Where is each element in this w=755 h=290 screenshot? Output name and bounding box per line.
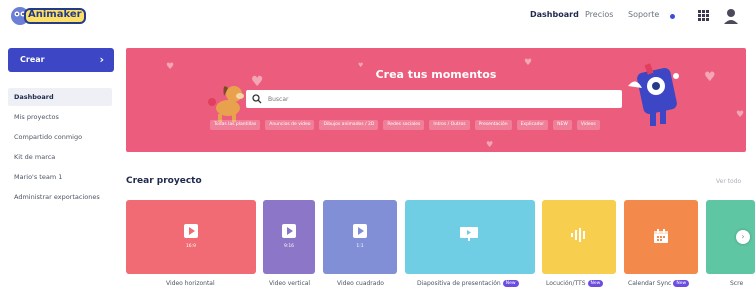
template-category-chips: Todas las plantillas Anuncios de video D… [210, 120, 600, 130]
new-badge: New [502, 280, 519, 287]
project-card-locucion-tts[interactable]: Locución/TTS New [542, 200, 616, 287]
chip-presentacion[interactable]: Presentación [474, 120, 512, 130]
chip-todas-las-plantillas[interactable]: Todas las plantillas [210, 120, 261, 130]
sidebar-item-kit-de-marca[interactable]: Kit de marca [8, 148, 112, 166]
sidebar-item-dashboard[interactable]: Dashboard [8, 88, 112, 106]
robot-mascot-icon [628, 63, 679, 126]
sidebar-item-compartido[interactable]: Compartido conmigo [8, 128, 112, 146]
carousel-next-arrow-icon[interactable]: › [736, 230, 750, 244]
crear-button[interactable]: Crear › [8, 48, 114, 72]
play-icon [282, 224, 296, 238]
chip-intros-outros[interactable]: Intros / Outros [429, 120, 470, 130]
heart-icon: ♥ [486, 140, 494, 149]
sidebar-item-exportaciones[interactable]: Administrar exportaciones [8, 188, 112, 206]
card-thumbnail: 16:9 [126, 200, 256, 274]
hero-banner: ♥ ♥ ♥ ♥ ♥ ♥ ♥ Crea tus momentos Todas la… [126, 48, 746, 152]
chip-anuncios-de-video[interactable]: Anuncios de video [265, 120, 315, 130]
chip-dibujos-animados[interactable]: Dibujos animados / 2D [319, 120, 379, 130]
card-label: Video vertical [269, 280, 311, 287]
chevron-right-icon: › [99, 53, 104, 66]
heart-icon: ♥ [524, 58, 533, 68]
project-card-video-cuadrado[interactable]: 1:1 Video cuadrado [323, 200, 397, 287]
card-label: Video cuadrado [337, 280, 384, 287]
new-badge: New [587, 280, 604, 287]
play-icon [184, 224, 198, 238]
sidebar-item-label: Dashboard [14, 93, 54, 101]
card-thumbnail [624, 200, 698, 274]
card-thumbnail: 9:16 [263, 200, 315, 274]
card-label: Scre [730, 280, 744, 287]
template-search-box[interactable] [246, 90, 622, 108]
chip-redes-sociales[interactable]: Redes sociales [383, 120, 425, 130]
card-thumbnail: 1:1 [323, 200, 397, 274]
chip-explicador[interactable]: Explicador [516, 120, 549, 130]
chip-new[interactable]: NEW [553, 120, 572, 130]
sidebar-item-label: Administrar exportaciones [14, 193, 100, 201]
aspect-ratio-label: 1:1 [356, 244, 364, 249]
audio-waveform-icon [571, 228, 585, 242]
crear-button-label: Crear [20, 55, 45, 64]
chip-videos[interactable]: Videos [576, 120, 600, 130]
search-icon [252, 94, 262, 104]
notification-dot-icon[interactable] [670, 14, 675, 19]
project-card-video-horizontal[interactable]: 16:9 Video horizontal [126, 200, 256, 287]
project-card-diapositiva[interactable]: Diapositiva de presentación New [405, 200, 535, 287]
ver-todo-link[interactable]: Ver todo [716, 178, 741, 185]
card-thumbnail [405, 200, 535, 274]
play-icon [353, 224, 367, 238]
crear-proyecto-title: Crear proyecto [126, 176, 202, 186]
template-search-input[interactable] [268, 93, 608, 105]
sidebar-item-label: Mis proyectos [14, 113, 59, 121]
animaker-logo[interactable]: Animaker [8, 5, 86, 27]
user-avatar-icon[interactable] [722, 7, 740, 25]
sidebar-item-label: Kit de marca [14, 153, 56, 161]
top-header: Animaker Dashboard Precios Soporte [0, 0, 755, 36]
sidebar-item-label: Compartido conmigo [14, 133, 83, 141]
presentation-icon [460, 227, 478, 241]
project-card-video-vertical[interactable]: 9:16 Video vertical [263, 200, 315, 287]
nav-dashboard[interactable]: Dashboard [530, 10, 579, 19]
nav-soporte[interactable]: Soporte [628, 10, 659, 19]
aspect-ratio-label: 16:9 [185, 244, 197, 249]
card-label: Locución/TTS New [546, 280, 604, 287]
apps-grid-icon[interactable] [698, 10, 709, 21]
card-label: Video horizontal [166, 280, 215, 287]
aspect-ratio-label: 9:16 [283, 244, 295, 249]
sidebar-item-mis-proyectos[interactable]: Mis proyectos [8, 108, 112, 126]
logo-text: Animaker [28, 9, 82, 20]
card-label: Calendar Sync New [628, 280, 690, 287]
sidebar-item-label: Mario's team 1 [14, 173, 63, 181]
dog-illustration-icon [208, 86, 244, 122]
sidebar-item-team[interactable]: Mario's team 1 [8, 168, 112, 186]
card-thumbnail [542, 200, 616, 274]
project-card-calendar-sync[interactable]: Calendar Sync New [624, 200, 698, 287]
nav-precios[interactable]: Precios [585, 10, 613, 19]
heart-icon: ♥ [736, 110, 745, 120]
card-label: Diapositiva de presentación New [417, 280, 519, 287]
new-badge: New [673, 280, 690, 287]
calendar-icon [654, 229, 668, 243]
